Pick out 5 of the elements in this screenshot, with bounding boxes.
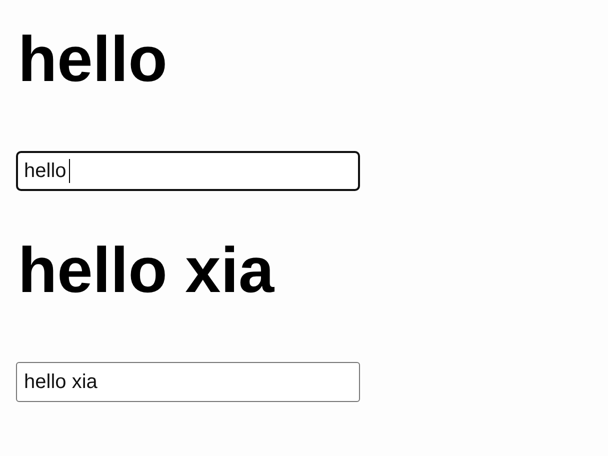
input-field[interactable]: hello xia — [16, 362, 360, 402]
heading: hello xia — [18, 233, 274, 307]
heading: hello — [18, 22, 168, 96]
input-field[interactable]: hello — [16, 151, 360, 191]
text-cursor-icon — [69, 159, 70, 183]
